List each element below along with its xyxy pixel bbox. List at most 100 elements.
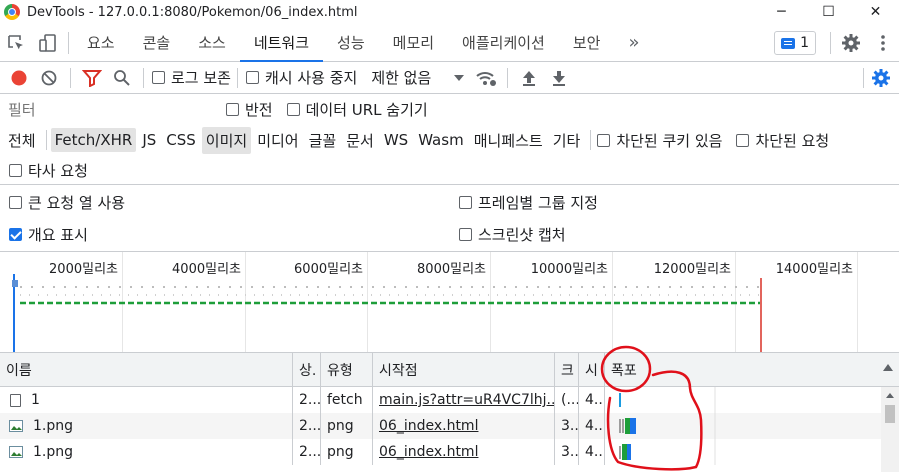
blocked-requests-checkbox[interactable]: 차단된 요청 [736, 130, 829, 151]
group-by-frame-checkbox[interactable]: 프레임별 그룹 지정 [459, 191, 598, 213]
column-header-waterfall[interactable]: 폭포 [605, 353, 899, 387]
record-icon[interactable] [4, 63, 34, 93]
request-name: 1.png [33, 418, 74, 434]
type-cell: png [321, 413, 373, 439]
scrollbar-thumb[interactable] [885, 405, 895, 423]
type-filter-wasm[interactable]: Wasm [414, 128, 468, 152]
status-cell: 2... [293, 439, 321, 465]
waterfall-bar [619, 387, 716, 413]
message-icon [781, 37, 796, 49]
throttling-select[interactable]: 제한 없음 [371, 67, 465, 88]
initiator-link[interactable]: 06_index.html [373, 439, 555, 465]
blocked-cookies-checkbox[interactable]: 차단된 쿠키 있음 [597, 130, 722, 151]
maximize-button[interactable]: ☐ [805, 0, 852, 24]
checkbox-box[interactable] [9, 195, 22, 209]
type-filter-ws[interactable]: WS [380, 128, 412, 152]
network-settings-gear-icon[interactable] [866, 63, 896, 93]
checkbox-box[interactable] [459, 195, 472, 209]
clear-icon[interactable] [34, 63, 64, 93]
settings-gear-icon[interactable] [835, 24, 867, 62]
type-filter-font[interactable]: 글꼴 [305, 127, 341, 154]
type-filter-other[interactable]: 기타 [549, 127, 585, 154]
scroll-up-arrow-icon[interactable] [886, 393, 894, 398]
device-toolbar-icon[interactable] [32, 24, 64, 62]
checkbox-box-checked[interactable] [9, 227, 22, 241]
table-row[interactable]: 1.png 2... png 06_index.html 3... 4... [0, 439, 899, 465]
initiator-link[interactable]: main.js?attr=uR4VC7lhj... [373, 387, 555, 413]
tab-memory[interactable]: 메모리 [379, 24, 448, 62]
checkbox-box[interactable] [245, 71, 259, 84]
show-overview-checkbox[interactable]: 개요 표시 [9, 223, 88, 245]
tab-console[interactable]: 콘솔 [129, 24, 185, 62]
checkbox-box[interactable] [286, 103, 300, 116]
tab-sources[interactable]: 소스 [184, 24, 240, 62]
network-overview-timeline[interactable]: 2000밀리초 4000밀리초 6000밀리초 8000밀리초 10000밀리초… [0, 252, 899, 353]
table-row[interactable]: 1.png 2... png 06_index.html 3... 4... [0, 413, 899, 439]
type-divider [45, 130, 47, 150]
import-har-upload-icon[interactable] [514, 63, 544, 93]
type-filter-css[interactable]: CSS [162, 128, 200, 152]
big-request-rows-checkbox[interactable]: 큰 요청 열 사용 [9, 191, 125, 213]
column-header-time[interactable]: 시 [579, 353, 605, 387]
type-filter-all[interactable]: 전체 [4, 127, 40, 154]
sort-up-icon[interactable] [883, 364, 893, 371]
tab-security[interactable]: 보안 [559, 24, 615, 62]
tab-elements[interactable]: 요소 [73, 24, 129, 62]
checkbox-box[interactable] [597, 133, 611, 147]
type-filter-img[interactable]: 이미지 [201, 126, 252, 154]
checkbox-box[interactable] [9, 163, 22, 177]
tab-performance[interactable]: 성능 [323, 24, 379, 62]
checkbox-box[interactable] [226, 103, 239, 116]
type-filter-js[interactable]: JS [138, 128, 160, 152]
overview-bars [12, 274, 762, 352]
column-header-type[interactable]: 유형 [321, 353, 373, 387]
type-filter-doc[interactable]: 문서 [342, 127, 378, 154]
request-name-cell: 1.png [0, 413, 293, 439]
filter-row: 반전 데이터 URL 숨기기 [0, 94, 899, 125]
type-filter-media[interactable]: 미디어 [253, 127, 302, 154]
search-icon[interactable] [107, 63, 137, 93]
type-filter-manifest[interactable]: 매니페스트 [470, 127, 547, 154]
third-party-checkbox[interactable]: 타사 요청 [9, 160, 88, 181]
export-har-download-icon[interactable] [544, 63, 574, 93]
network-settings-options: 큰 요청 열 사용 프레임별 그룹 지정 개요 표시 스크린샷 캡처 [0, 186, 899, 252]
table-vertical-scrollbar[interactable] [881, 387, 899, 472]
resource-type-filters: 전체 Fetch/XHR JS CSS 이미지 미디어 글꼴 문서 WS Was… [0, 125, 899, 185]
panel-tabbar: 요소 콘솔 소스 네트워크 성능 메모리 애플리케이션 보안 » 1 [0, 24, 899, 62]
preserve-log-checkbox[interactable]: 로그 보존 [152, 67, 231, 88]
checkbox-box[interactable] [459, 227, 472, 241]
hide-data-urls-checkbox[interactable]: 데이터 URL 숨기기 [286, 99, 428, 120]
column-header-initiator[interactable]: 시작점 [373, 353, 555, 387]
capture-screenshots-checkbox[interactable]: 스크린샷 캡처 [459, 223, 566, 245]
request-name: 1.png [33, 444, 74, 460]
more-options-icon[interactable] [867, 24, 899, 62]
network-conditions-wifi-icon[interactable] [471, 63, 501, 93]
tab-application[interactable]: 애플리케이션 [448, 24, 559, 62]
invert-checkbox[interactable]: 반전 [226, 99, 273, 120]
disable-cache-checkbox[interactable]: 캐시 사용 중지 [245, 67, 357, 88]
messages-badge[interactable]: 1 [774, 31, 816, 55]
initiator-link[interactable]: 06_index.html [373, 413, 555, 439]
column-header-status[interactable]: 상. [293, 353, 321, 387]
column-header-name[interactable]: 이름 [0, 353, 293, 387]
table-row[interactable]: 1 2... fetch main.js?attr=uR4VC7lhj... (… [0, 387, 899, 413]
checkbox-box[interactable] [152, 71, 165, 84]
status-cell: 2... [293, 413, 321, 439]
tab-network[interactable]: 네트워크 [239, 24, 324, 62]
close-button[interactable]: ✕ [852, 0, 899, 24]
inspect-element-icon[interactable] [0, 24, 32, 62]
checkbox-box[interactable] [736, 133, 750, 147]
type-filter-fetch-xhr[interactable]: Fetch/XHR [50, 128, 137, 152]
toolbar-divider [70, 67, 71, 88]
waterfall-bar [619, 439, 716, 465]
image-file-icon [9, 420, 23, 432]
filter-funnel-icon[interactable] [77, 63, 107, 93]
network-toolbar: 로그 보존 캐시 사용 중지 제한 없음 [0, 62, 899, 94]
toolbar-divider [863, 67, 864, 88]
filter-input[interactable] [4, 97, 210, 122]
size-cell: (... [555, 387, 579, 413]
time-cell: 4... [579, 413, 605, 439]
minimize-button[interactable]: ─ [758, 0, 805, 24]
column-header-size[interactable]: 크 [555, 353, 579, 387]
more-tabs-button[interactable]: » [614, 24, 653, 62]
